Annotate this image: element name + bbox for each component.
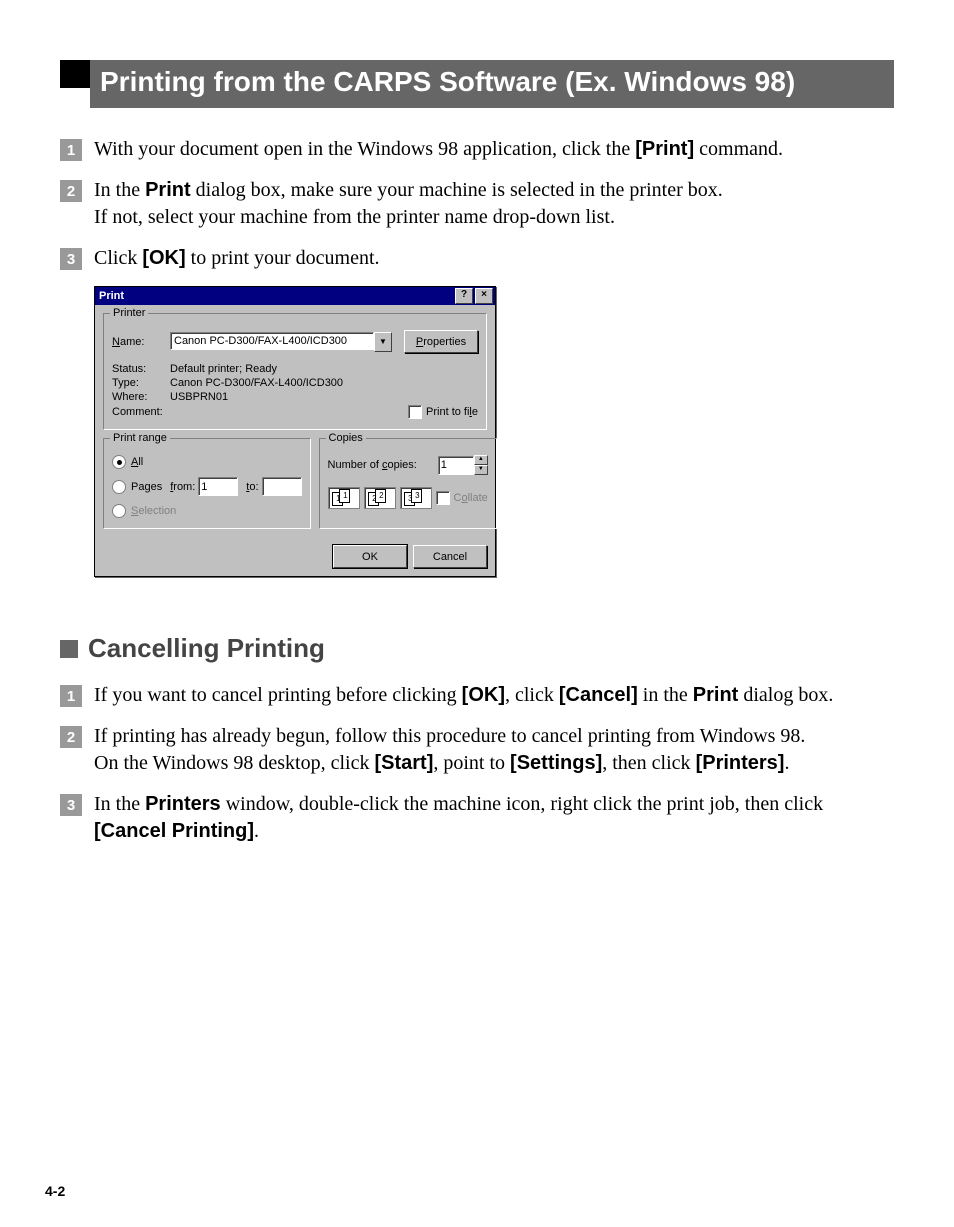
ok-button[interactable]: OK: [333, 545, 407, 568]
step-text: dialog box, make sure your machine is se…: [191, 179, 723, 201]
step-text: window, double-click the machine icon, r…: [221, 793, 823, 815]
close-button[interactable]: ×: [475, 288, 493, 304]
bold: [Cancel Printing]: [94, 820, 254, 842]
step-number: 2: [60, 726, 82, 748]
step-text: With your document open in the Windows 9…: [94, 138, 635, 160]
step-text: .: [784, 752, 789, 774]
dialog-title: Print: [99, 290, 453, 302]
step-text: dialog box.: [738, 684, 833, 706]
step-text: Click: [94, 247, 142, 269]
sub-heading: Cancelling Printing: [60, 633, 894, 664]
help-button[interactable]: ?: [455, 288, 473, 304]
step-text: If you want to cancel printing before cl…: [94, 684, 462, 706]
type-label: Type:: [112, 377, 170, 389]
from-label: from:: [170, 481, 195, 493]
step-text: In the: [94, 179, 145, 201]
copies-input[interactable]: 1: [438, 456, 474, 475]
section-heading: Printing from the CARPS Software (Ex. Wi…: [60, 60, 894, 108]
step-text: .: [254, 820, 259, 842]
range-all-label: All: [131, 456, 143, 468]
step-number: 1: [60, 685, 82, 707]
bold: [Printers]: [696, 752, 785, 774]
range-selection-radio: [112, 504, 126, 518]
sub-heading-text: Cancelling Printing: [88, 633, 325, 664]
range-selection-label: Selection: [131, 505, 176, 517]
print-to-file-label: Print to file: [426, 406, 478, 418]
collate-checkbox: [436, 491, 450, 505]
step-number: 2: [60, 180, 82, 202]
bold: Printers: [145, 793, 221, 815]
step-number: 1: [60, 139, 82, 161]
bold: [Cancel]: [559, 684, 638, 706]
print-dialog: Print ? × Printer Name: Canon PC-D300/FA…: [94, 286, 496, 577]
bullet-square-icon: [60, 640, 78, 658]
collate-label: Collate: [454, 492, 488, 504]
copies-group: Copies Number of copies: 1 ▲▼ 11 22 33 C…: [319, 438, 497, 529]
bold: [Print]: [635, 138, 694, 160]
bold: Print: [145, 179, 191, 201]
collate-graphic: 11: [328, 487, 360, 509]
where-label: Where:: [112, 391, 170, 403]
step-text: In the: [94, 793, 145, 815]
step-a3: 3 Click [OK] to print your document.: [60, 245, 894, 272]
range-pages-label: Pages: [131, 481, 162, 493]
copies-spinner[interactable]: ▲▼: [474, 455, 488, 475]
collate-graphic: 33: [400, 487, 432, 509]
step-text: If not, select your machine from the pri…: [94, 206, 615, 228]
step-text: , point to: [433, 752, 510, 774]
step-text: , then click: [602, 752, 695, 774]
status-label: Status:: [112, 363, 170, 375]
bold: Print: [693, 684, 739, 706]
collate-graphic: 22: [364, 487, 396, 509]
to-label: to:: [246, 481, 258, 493]
dropdown-button[interactable]: ▼: [374, 332, 392, 352]
step-b2: 2 If printing has already begun, follow …: [60, 723, 894, 777]
bold: [Start]: [374, 752, 433, 774]
range-all-radio[interactable]: [112, 455, 126, 469]
step-text: to print your document.: [186, 247, 380, 269]
print-to-file-checkbox[interactable]: [408, 405, 422, 419]
step-number: 3: [60, 794, 82, 816]
copies-label: Number of copies:: [328, 459, 417, 471]
bold: [OK]: [142, 247, 185, 269]
group-legend: Print range: [110, 432, 170, 444]
to-input[interactable]: [262, 477, 302, 496]
step-text: in the: [638, 684, 693, 706]
comment-label: Comment:: [112, 406, 170, 418]
dialog-titlebar[interactable]: Print ? ×: [95, 287, 495, 305]
heading-text: Printing from the CARPS Software (Ex. Wi…: [90, 60, 894, 108]
status-value: Default printer; Ready: [170, 363, 277, 375]
step-a2: 2 In the Print dialog box, make sure you…: [60, 177, 894, 231]
step-text: On the Windows 98 desktop, click: [94, 752, 374, 774]
from-input[interactable]: 1: [198, 477, 238, 496]
bold: [OK]: [462, 684, 505, 706]
name-label: Name:: [112, 336, 170, 348]
properties-button[interactable]: Properties: [404, 330, 478, 353]
step-number: 3: [60, 248, 82, 270]
group-legend: Copies: [326, 432, 366, 444]
step-b1: 1 If you want to cancel printing before …: [60, 682, 894, 709]
bold: [Settings]: [510, 752, 602, 774]
cancel-button[interactable]: Cancel: [413, 545, 487, 568]
printer-name-select[interactable]: Canon PC-D300/FAX-L400/ICD300: [170, 332, 374, 350]
where-value: USBPRN01: [170, 391, 228, 403]
step-text: If printing has already begun, follow th…: [94, 725, 805, 747]
step-b3: 3 In the Printers window, double-click t…: [60, 791, 894, 845]
print-range-group: Print range All Pages from: 1 to:: [103, 438, 311, 529]
group-legend: Printer: [110, 307, 148, 319]
step-text: command.: [694, 138, 783, 160]
step-text: , click: [505, 684, 559, 706]
printer-group: Printer Name: Canon PC-D300/FAX-L400/ICD…: [103, 313, 487, 430]
page-number: 4-2: [45, 1183, 65, 1199]
range-pages-radio[interactable]: [112, 480, 126, 494]
step-a1: 1 With your document open in the Windows…: [60, 136, 894, 163]
type-value: Canon PC-D300/FAX-L400/ICD300: [170, 377, 343, 389]
